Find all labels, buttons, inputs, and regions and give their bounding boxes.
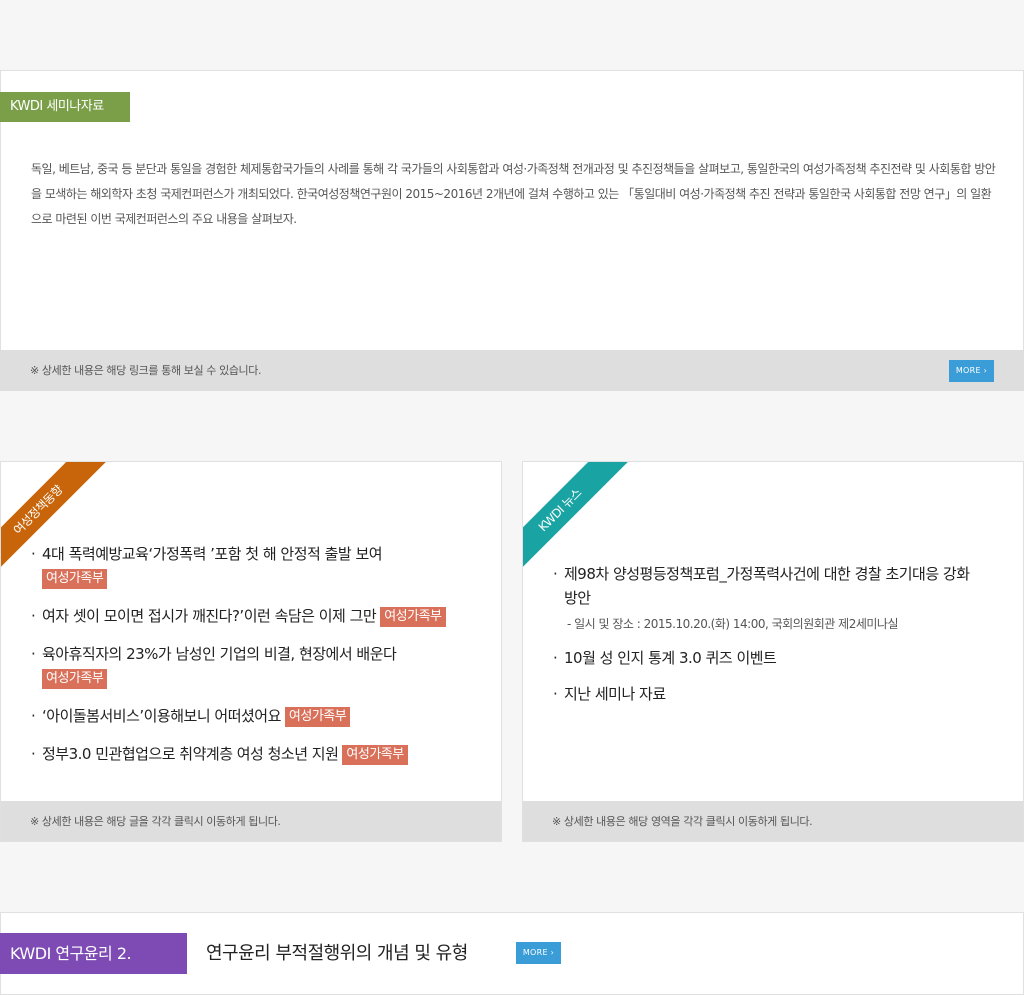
policy-item-title[interactable]: 정부3.0 민관협업으로 취약계층 여성 청소년 지원 [42, 745, 339, 763]
policy-item[interactable]: ‘아이돌봄서비스’이용해보니 어떠셨어요여성가족부 [31, 704, 486, 728]
news-footer-note: ※ 상세한 내용은 해당 영역을 각각 클릭시 이동하게 됩니다. [552, 815, 813, 828]
policy-item[interactable]: 4대 폭력예방교육‘가정폭력 ’포함 첫 해 안정적 출발 보여 여성가족부 [31, 542, 486, 590]
policy-item-badge: 여성가족부 [284, 707, 351, 727]
policy-item[interactable]: 정부3.0 민관협업으로 취약계층 여성 청소년 지원여성가족부 [31, 742, 486, 766]
ethics-more-button[interactable]: MORE › [516, 942, 561, 964]
seminar-panel: KWDI 세미나자료 독일, 베트남, 중국 등 분단과 통일을 경험한 체제통… [0, 70, 1024, 391]
policy-footer: ※ 상세한 내용은 해당 글을 각각 클릭시 이동하게 됩니다. [1, 801, 501, 841]
policy-item[interactable]: 여자 셋이 모이면 접시가 깨진다?’이런 속담은 이제 그만여성가족부 [31, 604, 486, 628]
policy-panel: 여성정책동향 4대 폭력예방교육‘가정폭력 ’포함 첫 해 안정적 출발 보여 … [0, 461, 502, 842]
seminar-footer-note: ※ 상세한 내용은 해당 링크를 통해 보실 수 있습니다. [30, 364, 262, 377]
ethics-tag: KWDI 연구윤리 2. [0, 933, 187, 974]
news-panel: KWDI 뉴스 제98차 양성평등정책포럼_가정폭력사건에 대한 경찰 초기대응… [522, 461, 1024, 842]
news-footer: ※ 상세한 내용은 해당 영역을 각각 클릭시 이동하게 됩니다. [523, 801, 1023, 841]
policy-footer-note: ※ 상세한 내용은 해당 글을 각각 클릭시 이동하게 됩니다. [30, 815, 281, 828]
news-ribbon-wrap: KWDI 뉴스 [523, 462, 633, 572]
news-item[interactable]: 제98차 양성평등정책포럼_가정폭력사건에 대한 경찰 초기대응 강화 방안 -… [553, 562, 983, 634]
policy-item[interactable]: 육아휴직자의 23%가 남성인 기업의 비결, 현장에서 배운다 여성가족부 [31, 642, 486, 690]
policy-item-title[interactable]: 4대 폭력예방교육‘가정폭력 ’포함 첫 해 안정적 출발 보여 [42, 545, 383, 563]
policy-item-title[interactable]: ‘아이돌봄서비스’이용해보니 어떠셨어요 [42, 707, 281, 725]
news-item-title[interactable]: 제98차 양성평등정책포럼_가정폭력사건에 대한 경찰 초기대응 강화 방안 [564, 565, 970, 607]
news-item-title[interactable]: 지난 세미나 자료 [564, 685, 666, 703]
policy-item-badge: 여성가족부 [380, 607, 446, 627]
seminar-more-button[interactable]: MORE › [949, 360, 994, 382]
ethics-title[interactable]: 연구윤리 부적절행위의 개념 및 유형 [206, 939, 468, 965]
policy-item-title[interactable]: 여자 셋이 모이면 접시가 깨진다?’이런 속담은 이제 그만 [42, 607, 377, 625]
seminar-footer: ※ 상세한 내용은 해당 링크를 통해 보실 수 있습니다. MORE › [0, 350, 1024, 391]
policy-item-badge: 여성가족부 [42, 669, 108, 689]
seminar-tag: KWDI 세미나자료 [0, 92, 130, 122]
news-ribbon: KWDI 뉴스 [523, 462, 633, 572]
news-item-note: - 일시 및 장소 : 2015.10.20.(화) 14:00, 국회의원회관… [567, 617, 899, 631]
news-item[interactable]: 10월 성 인지 통계 3.0 퀴즈 이벤트 [553, 646, 983, 670]
policy-list: 4대 폭력예방교육‘가정폭력 ’포함 첫 해 안정적 출발 보여 여성가족부 여… [31, 542, 486, 780]
seminar-description[interactable]: 독일, 베트남, 중국 등 분단과 통일을 경험한 체제통합국가들의 사례를 통… [31, 157, 997, 232]
policy-item-badge: 여성가족부 [42, 569, 108, 589]
news-list: 제98차 양성평등정책포럼_가정폭력사건에 대한 경찰 초기대응 강화 방안 -… [553, 562, 983, 718]
policy-item-badge: 여성가족부 [342, 745, 408, 765]
news-item-title[interactable]: 10월 성 인지 통계 3.0 퀴즈 이벤트 [564, 649, 777, 667]
ethics-panel: KWDI 연구윤리 2. 연구윤리 부적절행위의 개념 및 유형 MORE › [0, 912, 1024, 995]
news-item[interactable]: 지난 세미나 자료 [553, 682, 983, 706]
policy-item-title[interactable]: 육아휴직자의 23%가 남성인 기업의 비결, 현장에서 배운다 [42, 645, 397, 663]
